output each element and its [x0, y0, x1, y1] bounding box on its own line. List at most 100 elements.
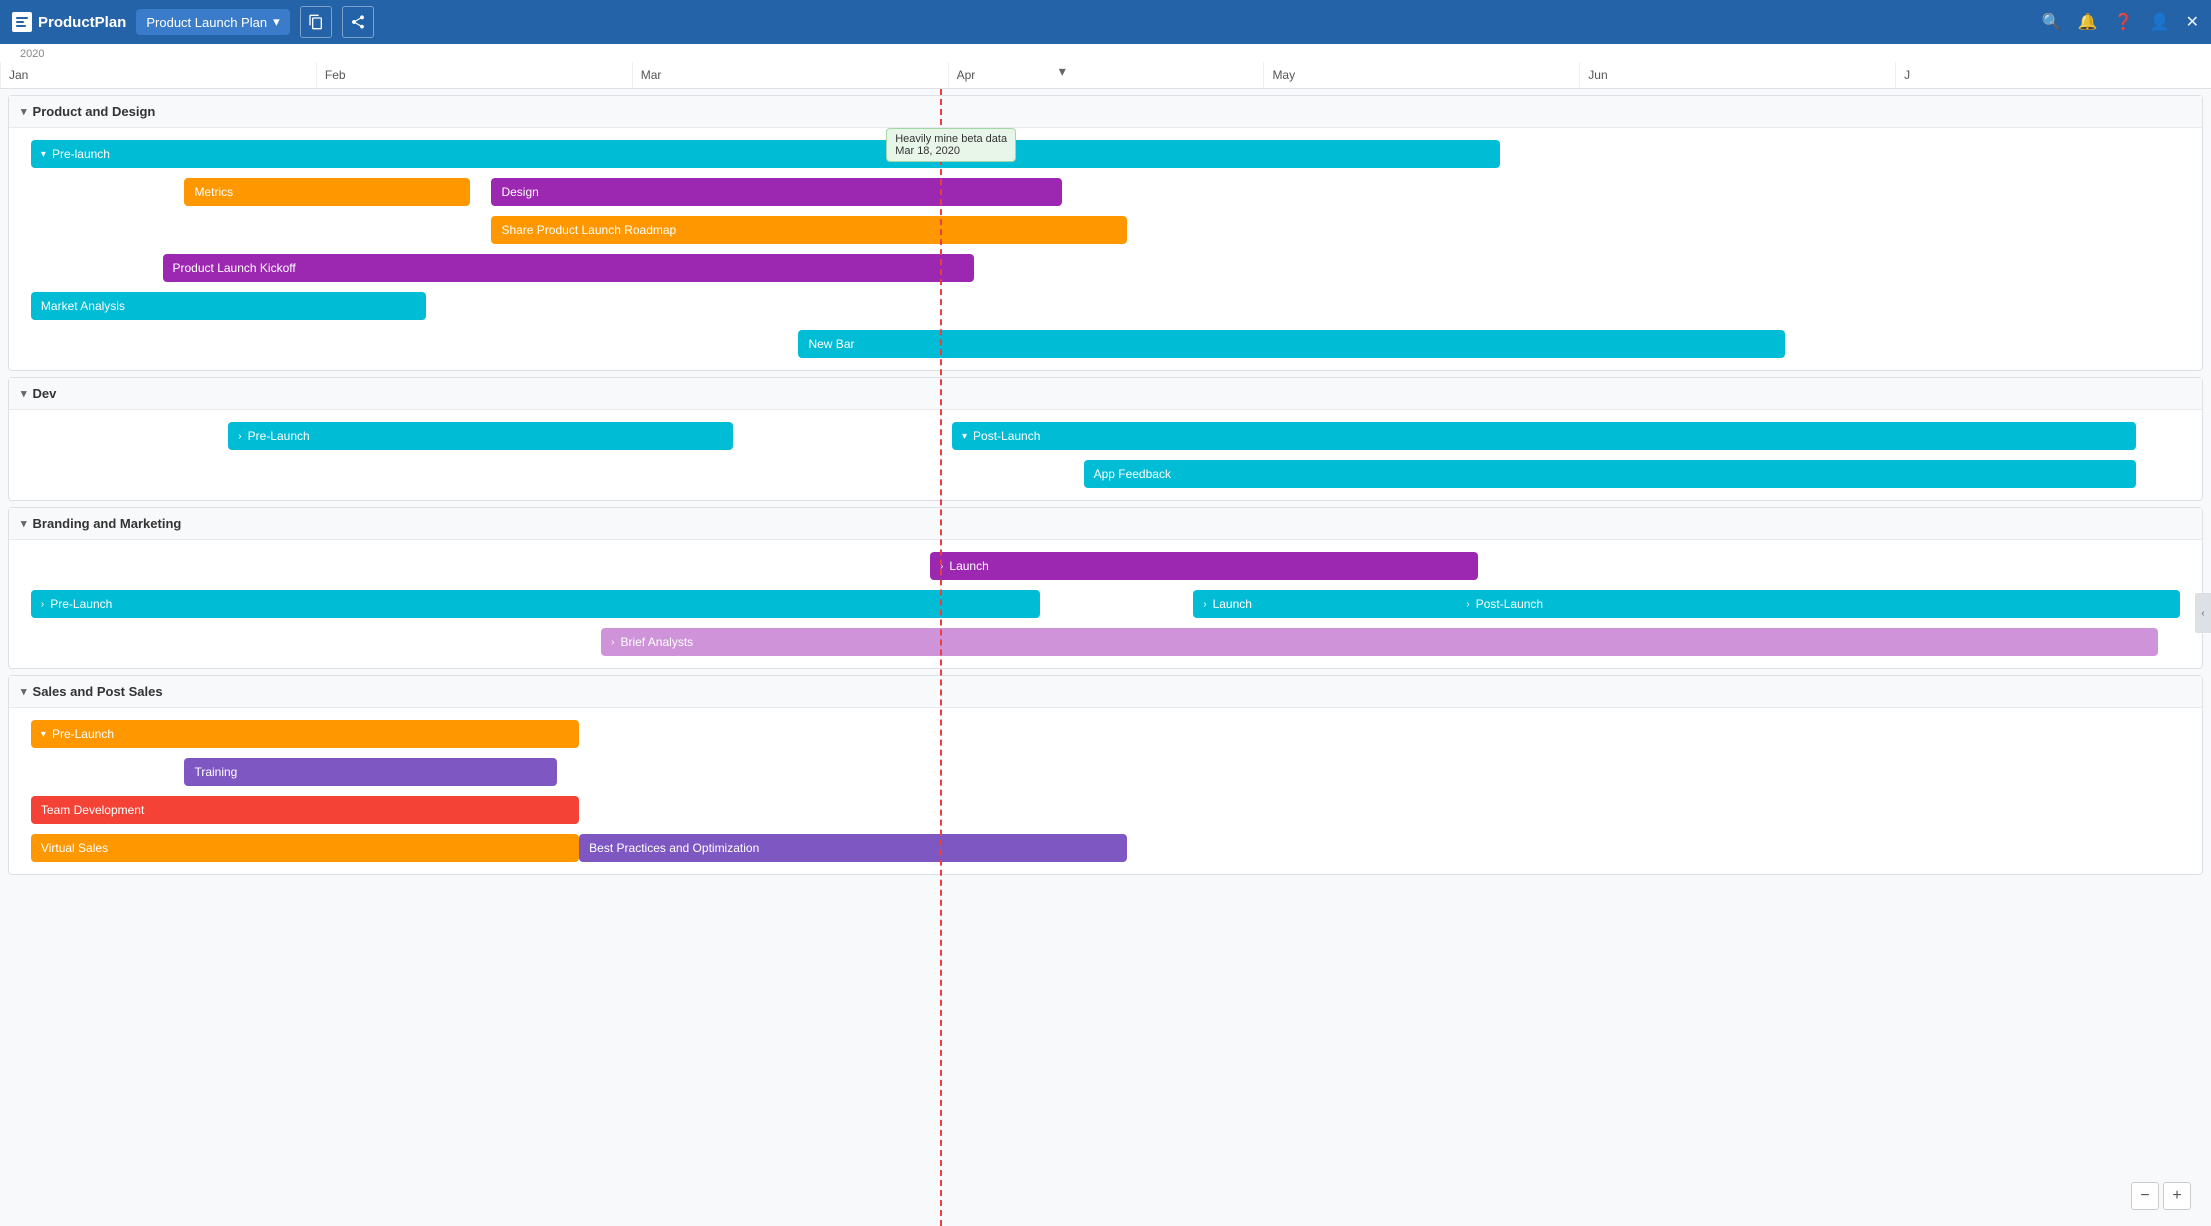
bar-label: Pre-Launch	[50, 597, 112, 611]
bar-prelaunch-pd[interactable]: ▾ Pre-launch	[31, 140, 1500, 168]
section-header-product-design[interactable]: ▾ Product and Design	[9, 96, 2202, 128]
bar-share-roadmap[interactable]: Share Product Launch Roadmap	[491, 216, 1127, 244]
bar-best-practices[interactable]: Best Practices and Optimization	[579, 834, 1127, 862]
timeline-header: 2020 Jan Feb Mar Apr ▾ May Jun J	[0, 44, 2211, 89]
row-prelaunch-pd: ▾ Pre-launch	[9, 136, 2202, 172]
bar-label: Team Development	[41, 803, 144, 817]
user-icon[interactable]: 👤	[2150, 12, 2170, 32]
bar-brief-analysts[interactable]: › Brief Analysts	[601, 628, 2158, 656]
today-line	[940, 89, 942, 1226]
bar-label: Post-Launch	[1476, 597, 1543, 611]
bar-market-analysis[interactable]: Market Analysis	[31, 292, 426, 320]
bar-dev-prelaunch[interactable]: › Pre-Launch	[228, 422, 732, 450]
bar-new-bar[interactable]: New Bar	[798, 330, 1785, 358]
section-label-product-design: Product and Design	[33, 104, 156, 119]
bar-sales-prelaunch[interactable]: ▾ Pre-Launch	[31, 720, 579, 748]
row-branding-launch: › Launch	[9, 548, 2202, 584]
bar-label: Virtual Sales	[41, 841, 108, 855]
row-training: Training	[9, 754, 2202, 790]
gantt-rows-sales: ▾ Pre-Launch Training Team Development	[9, 708, 2202, 874]
row-new-bar: New Bar	[9, 326, 2202, 362]
bar-label: New Bar	[808, 337, 854, 351]
bar-label: Share Product Launch Roadmap	[501, 223, 676, 237]
row-sales-prelaunch: ▾ Pre-Launch	[9, 716, 2202, 752]
bar-label: Training	[194, 765, 237, 779]
logo: ProductPlan	[12, 12, 126, 32]
month-apr: Apr ▾	[948, 62, 1264, 88]
section-header-dev[interactable]: ▾ Dev	[9, 378, 2202, 410]
row-app-feedback: App Feedback	[9, 456, 2202, 492]
bar-label: Pre-launch	[52, 147, 110, 161]
bar-dev-postlaunch[interactable]: ▾ Post-Launch	[952, 422, 2136, 450]
row-branding-stages: › Pre-Launch › Launch › Post-Launch	[9, 586, 2202, 622]
bar-kickoff[interactable]: Product Launch Kickoff	[163, 254, 974, 282]
month-jun: Jun	[1579, 62, 1895, 88]
row-team-dev: Team Development	[9, 792, 2202, 828]
year-label: 2020	[0, 48, 2211, 62]
month-jan: Jan	[0, 62, 316, 88]
row-market-analysis: Market Analysis	[9, 288, 2202, 324]
section-label-sales: Sales and Post Sales	[33, 684, 163, 699]
notification-icon[interactable]: 🔔	[2078, 12, 2098, 32]
app-header: ProductPlan Product Launch Plan ▾ 🔍 🔔 ❓ …	[0, 0, 2211, 44]
section-toggle-product-design: ▾	[21, 105, 27, 118]
dropdown-arrow: ▾	[273, 14, 280, 30]
section-toggle-branding: ▾	[21, 517, 27, 530]
bar-label: Best Practices and Optimization	[589, 841, 759, 855]
section-toggle-dev: ▾	[21, 387, 27, 400]
logo-text: ProductPlan	[38, 14, 126, 31]
gantt-rows-dev: › Pre-Launch ▾ Post-Launch App Feedback	[9, 410, 2202, 500]
bar-metrics[interactable]: Metrics	[184, 178, 469, 206]
bar-branding-postlaunch[interactable]: › Post-Launch	[1456, 590, 2180, 618]
bar-virtual-sales[interactable]: Virtual Sales	[31, 834, 579, 862]
gantt-body: ▾ Product and Design Heavily mine beta d…	[0, 89, 2211, 1226]
plan-name: Product Launch Plan	[146, 15, 267, 30]
help-icon[interactable]: ❓	[2114, 12, 2134, 32]
section-toggle-sales: ▾	[21, 685, 27, 698]
row-dev-prelaunch-postlaunch: › Pre-Launch ▾ Post-Launch	[9, 418, 2202, 454]
bar-branding-launch[interactable]: › Launch	[930, 552, 1478, 580]
bar-label: Market Analysis	[41, 299, 125, 313]
bar-label: Design	[501, 185, 538, 199]
month-mar: Mar	[632, 62, 948, 88]
month-feb: Feb	[316, 62, 632, 88]
sidebar-collapse-button[interactable]: ‹	[2195, 593, 2211, 633]
month-jul: J	[1895, 62, 2211, 88]
zoom-in-button[interactable]: +	[2163, 1182, 2191, 1210]
zoom-controls: − +	[2131, 1182, 2191, 1210]
close-icon[interactable]: ✕	[2186, 12, 2199, 32]
month-may: May	[1263, 62, 1579, 88]
bar-label: Pre-Launch	[248, 429, 310, 443]
bar-label: Brief Analysts	[620, 635, 693, 649]
search-icon[interactable]: 🔍	[2042, 12, 2062, 32]
main-content: 2020 Jan Feb Mar Apr ▾ May Jun J ▾ Produ…	[0, 44, 2211, 1226]
bar-label: Post-Launch	[973, 429, 1040, 443]
section-header-sales[interactable]: ▾ Sales and Post Sales	[9, 676, 2202, 708]
bar-label: Metrics	[194, 185, 233, 199]
copy-button[interactable]	[300, 6, 332, 38]
zoom-out-button[interactable]: −	[2131, 1182, 2159, 1210]
bar-app-feedback[interactable]: App Feedback	[1084, 460, 2137, 488]
bar-branding-prelaunch[interactable]: › Pre-Launch	[31, 590, 1040, 618]
bar-team-dev[interactable]: Team Development	[31, 796, 579, 824]
row-brief-analysts: › Brief Analysts	[9, 624, 2202, 660]
bar-design[interactable]: Design	[491, 178, 1061, 206]
section-header-branding[interactable]: ▾ Branding and Marketing	[9, 508, 2202, 540]
header-icons: 🔍 🔔 ❓ 👤 ✕	[2042, 12, 2199, 32]
section-sales: ▾ Sales and Post Sales ▾ Pre-Launch Trai…	[8, 675, 2203, 875]
gantt-rows-product-design: Heavily mine beta data Mar 18, 2020 ▾ Pr…	[9, 128, 2202, 370]
row-kickoff: Product Launch Kickoff	[9, 250, 2202, 286]
bar-label: Launch	[949, 559, 988, 573]
tooltip-date: Mar 18, 2020	[895, 145, 1007, 157]
section-branding: ▾ Branding and Marketing › Launch › Pre-…	[8, 507, 2203, 669]
section-label-branding: Branding and Marketing	[33, 516, 182, 531]
plan-selector[interactable]: Product Launch Plan ▾	[136, 9, 289, 35]
bar-label: Pre-Launch	[52, 727, 114, 741]
row-virtual-sales: Virtual Sales Best Practices and Optimiz…	[9, 830, 2202, 866]
share-button[interactable]	[342, 6, 374, 38]
bar-training[interactable]: Training	[184, 758, 557, 786]
gantt-rows-branding: › Launch › Pre-Launch › Launch ›	[9, 540, 2202, 668]
tooltip-beta: Heavily mine beta data Mar 18, 2020	[886, 128, 1016, 162]
section-label-dev: Dev	[33, 386, 57, 401]
bar-label: Launch	[1213, 597, 1252, 611]
